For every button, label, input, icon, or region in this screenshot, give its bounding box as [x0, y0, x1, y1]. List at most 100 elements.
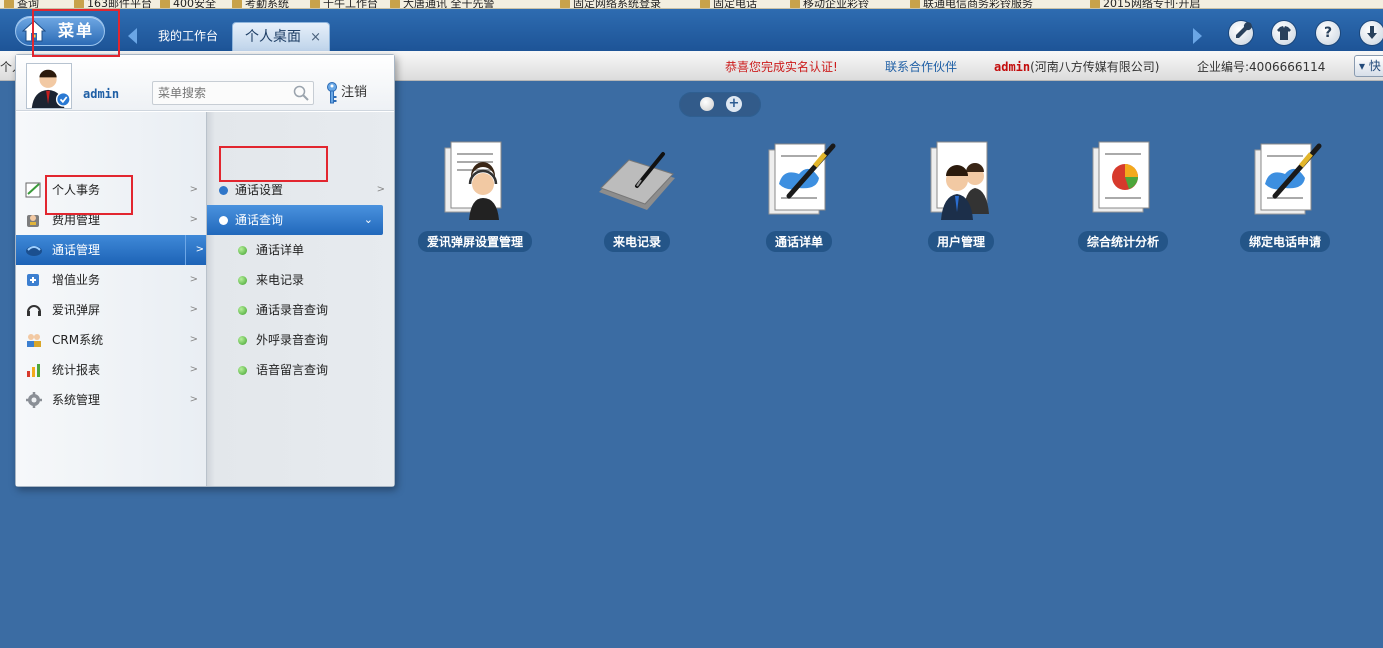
menu-item-reports[interactable]: 统计报表 > [16, 355, 206, 385]
menu-search-box [152, 81, 314, 105]
favorite-link[interactable]: 固定网络系统登录 [560, 0, 661, 8]
download-icon[interactable] [1360, 21, 1383, 45]
favorite-link[interactable]: 千牛工作台 [310, 0, 378, 8]
username: admin [83, 87, 120, 101]
green-dot-icon [238, 306, 247, 315]
menu-category-list: 个人事务 > 费用管理 > 通话管理 > 增值业务 > 爱讯弹屏 > CRM系统… [16, 112, 212, 486]
users-icon [930, 141, 989, 220]
submenu-call-query[interactable]: 通话查询 ⌄ [207, 205, 383, 235]
favorite-link[interactable]: 大唐通讯 全干先警 [390, 0, 495, 8]
submenu-item-outbound-recording[interactable]: 外呼录音查询 [207, 325, 395, 355]
user-avatar-icon [31, 69, 71, 108]
company-number: 企业编号:4006666114 [1197, 60, 1326, 74]
menu-item-call-management[interactable]: 通话管理 > [16, 235, 212, 265]
notebook-icon [25, 182, 41, 198]
green-dot-icon [238, 246, 247, 255]
favorite-icon [700, 0, 710, 8]
chevron-right-icon: > [189, 274, 198, 285]
desktop-page-dot[interactable] [700, 97, 714, 111]
start-menu-panel: admin 注销 个人事务 > 费用管理 > [15, 54, 395, 487]
contact-partner-link[interactable]: 联系合作伙伴 [885, 58, 957, 75]
start-menu-button[interactable]: 菜单 [15, 16, 105, 46]
shortcut-user-management[interactable]: 用户管理 [896, 140, 1026, 255]
favorite-link[interactable]: 固定电话 [700, 0, 757, 8]
menu-search-input[interactable] [153, 82, 283, 104]
billing-icon [27, 215, 39, 227]
menu-item-value-added[interactable]: 增值业务 > [16, 265, 206, 295]
headset-icon [27, 305, 41, 316]
menu-item-screen-popup[interactable]: 爱讯弹屏 > [16, 295, 206, 325]
tab-personal-desktop[interactable]: 个人桌面 × [232, 22, 330, 51]
bar-chart-icon [27, 364, 40, 377]
add-desktop-button[interactable]: + [726, 96, 742, 112]
skin-icon[interactable] [1272, 21, 1296, 45]
green-dot-icon [238, 276, 247, 285]
menu-item-billing[interactable]: 费用管理 > [16, 205, 206, 235]
green-dot-icon [238, 366, 247, 375]
favorite-link[interactable]: 400安全 [160, 0, 216, 8]
menu-item-system[interactable]: 系统管理 > [16, 385, 206, 415]
shortcut-statistics[interactable]: 综合统计分析 [1058, 140, 1188, 255]
start-menu-label: 菜单 [58, 21, 95, 40]
headset-agent-icon [444, 141, 502, 220]
tab-scroll-right-icon[interactable] [1193, 28, 1202, 44]
start-menu-header: admin 注销 [16, 55, 394, 111]
avatar[interactable] [26, 63, 72, 109]
submenu-item-incoming-calls[interactable]: 来电记录 [207, 265, 395, 295]
help-icon[interactable]: ? [1316, 21, 1340, 45]
chevron-right-icon: > [189, 214, 198, 225]
menu-item-personal-affairs[interactable]: 个人事务 > [16, 175, 206, 205]
user-info: admin(河南八方传媒有限公司) [994, 58, 1160, 75]
submenu-panel: 通话设置 > 通话查询 ⌄ 通话详单 来电记录 通话录音查询 外呼录音查询 语音… [206, 112, 394, 486]
bullet-icon [219, 186, 228, 195]
home-icon [22, 20, 46, 42]
folder-pen-icon [599, 152, 675, 210]
document-pen-icon [768, 143, 836, 215]
search-icon[interactable] [293, 85, 309, 101]
favorite-link[interactable]: 考勤系统 [232, 0, 289, 8]
menu-item-crm[interactable]: CRM系统 > [16, 325, 206, 355]
top-navigation-bar: 菜单 我的工作台 个人桌面 × ? [0, 9, 1383, 51]
favorite-link[interactable]: 移动企业彩铃 [790, 0, 869, 8]
logout-button[interactable]: 注销 [325, 81, 367, 105]
value-added-icon [27, 274, 39, 286]
document-pen-icon [1254, 143, 1322, 215]
quick-menu-button[interactable]: ▾ 快 [1354, 55, 1383, 77]
favorite-icon [560, 0, 570, 8]
browser-favorites-bar: 查询 163邮件平台 400安全 考勤系统 千牛工作台 大唐通讯 全干先警 固定… [0, 0, 1383, 9]
gear-icon [26, 392, 42, 408]
submenu-item-voicemail[interactable]: 语音留言查询 [207, 355, 395, 385]
shortcut-screen-popup-settings[interactable]: 爱讯弹屏设置管理 [410, 140, 540, 255]
chevron-right-icon: > [189, 184, 198, 195]
favorite-icon [910, 0, 920, 8]
submenu-call-settings[interactable]: 通话设置 > [207, 175, 395, 205]
favorite-icon [390, 0, 400, 8]
chevron-down-icon: ⌄ [363, 213, 373, 226]
chevron-right-icon: > [184, 235, 204, 265]
favorite-icon [1090, 0, 1100, 8]
chevron-right-icon: > [189, 334, 198, 345]
favorite-icon [74, 0, 84, 8]
shortcut-call-details[interactable]: 通话详单 [734, 140, 864, 255]
favorite-icon [4, 0, 14, 8]
favorite-link[interactable]: 联通电信商务彩铃服务 [910, 0, 1033, 8]
submenu-item-call-details[interactable]: 通话详单 [207, 235, 395, 265]
chevron-right-icon: > [376, 184, 385, 195]
crm-users-icon [27, 334, 41, 347]
favorite-link[interactable]: 163邮件平台 [74, 0, 152, 8]
phone-icon [26, 246, 42, 256]
shortcut-incoming-calls[interactable]: 来电记录 [572, 140, 702, 255]
favorite-link[interactable]: 查询 [4, 0, 39, 8]
pie-chart-icon [1092, 141, 1150, 213]
chevron-down-icon: ▾ [1359, 59, 1366, 73]
close-icon[interactable]: × [310, 23, 321, 52]
tab-scroll-left-icon[interactable] [128, 28, 137, 44]
shortcut-bind-phone-request[interactable]: 绑定电话申请 [1220, 140, 1350, 255]
favorite-link[interactable]: 2015网络专刊·开启 [1090, 0, 1201, 8]
submenu-item-recording-query[interactable]: 通话录音查询 [207, 295, 395, 325]
tab-my-workbench[interactable]: 我的工作台 [146, 22, 230, 51]
tools-icon[interactable] [1229, 21, 1253, 45]
user-name: admin [994, 60, 1031, 74]
bullet-icon [219, 216, 228, 225]
desktop-switcher: + [679, 92, 761, 117]
